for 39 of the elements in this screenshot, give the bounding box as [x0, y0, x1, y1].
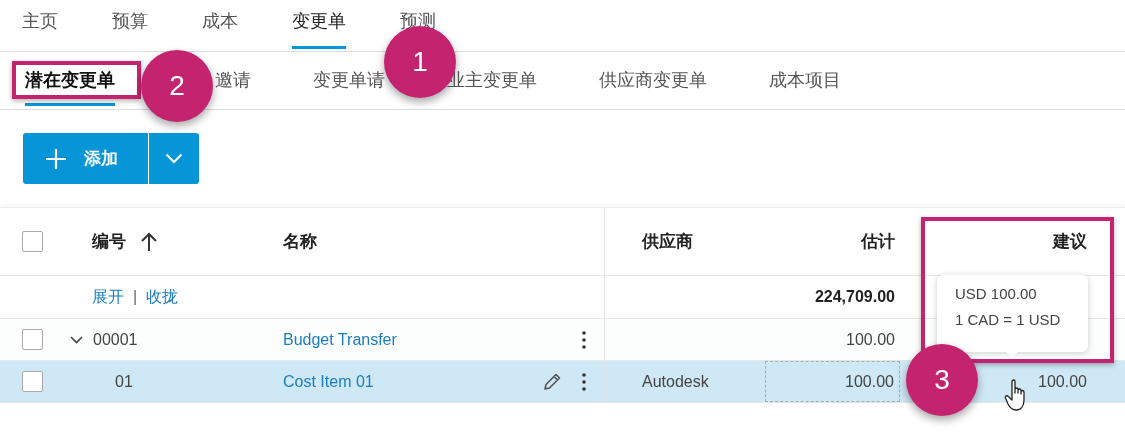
nav-tab[interactable]: 成本 [202, 11, 238, 32]
more-icon[interactable] [582, 372, 586, 391]
table-cell: 100.00 [1038, 372, 1087, 391]
table-cell: 01 [115, 372, 133, 391]
chevron-down-icon[interactable] [70, 335, 83, 344]
name-link[interactable]: Budget Transfer [283, 330, 397, 349]
sub-tab[interactable]: 成本项目 [769, 70, 841, 91]
total-amount: 224,709.00 [814, 288, 895, 306]
edit-icon[interactable] [542, 371, 562, 392]
table-cell: 100.00 [846, 330, 895, 349]
table-cell[interactable]: 100.00 [765, 361, 900, 402]
step-number-badge: 2 [141, 50, 213, 122]
chevron-down-icon [165, 153, 183, 164]
separator: | [133, 288, 138, 306]
table-cell: 00001 [93, 330, 138, 349]
column-header[interactable]: 估计 [861, 230, 895, 253]
nav-tab[interactable]: 主页 [22, 11, 58, 32]
more-icon[interactable] [582, 330, 586, 349]
sub-tab[interactable]: 变更单请 [313, 70, 385, 91]
name-link[interactable]: Cost Item 01 [283, 372, 374, 391]
column-header[interactable]: 编号 [92, 230, 126, 253]
column-header[interactable]: 建议 [1053, 230, 1087, 253]
column-header[interactable]: 供应商 [642, 230, 693, 253]
select-all-checkbox[interactable] [22, 231, 43, 252]
sub-tab[interactable]: 邀请 [215, 70, 251, 91]
nav-tab[interactable]: 预算 [112, 11, 148, 32]
column-header[interactable]: 名称 [283, 230, 317, 253]
tooltip-text: USD 100.00 [955, 285, 1038, 302]
table-cell: Autodesk [642, 372, 709, 391]
row-checkbox[interactable] [22, 371, 43, 392]
sub-tab[interactable]: 潜在变更单 [25, 70, 115, 91]
sub-tab[interactable]: 供应商变更单 [599, 70, 707, 91]
collapse-link[interactable]: 收拢 [146, 286, 179, 308]
expand-link[interactable]: 展开 [92, 286, 124, 308]
plus-icon [45, 147, 67, 170]
nav-tab[interactable]: 变更单 [292, 11, 346, 32]
active-tab-underline [292, 46, 346, 49]
sort-up-icon[interactable] [140, 231, 158, 252]
row-checkbox[interactable] [22, 329, 43, 350]
